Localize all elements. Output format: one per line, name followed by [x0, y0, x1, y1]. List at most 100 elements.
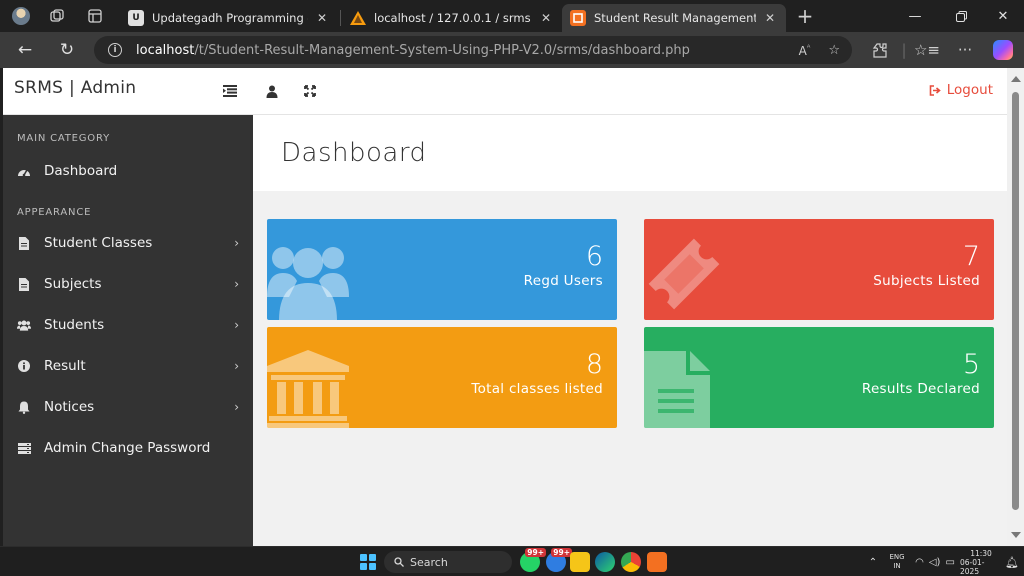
sidebar-heading-appearance: APPEARANCE: [17, 207, 92, 218]
ticket-icon: [648, 238, 720, 310]
sidebar-item-dashboard[interactable]: Dashboard: [3, 153, 253, 189]
users-icon: [17, 320, 31, 331]
card-results-declared[interactable]: 5 Results Declared: [644, 327, 994, 428]
card-label: Total classes listed: [471, 381, 603, 397]
sidebar: MAIN CATEGORY Dashboard APPEARANCE Stude…: [3, 115, 253, 546]
sidebar-item-subjects[interactable]: Subjects ›: [3, 266, 253, 302]
taskbar-search[interactable]: Search: [384, 551, 512, 573]
workspaces-icon[interactable]: [40, 0, 74, 32]
sidebar-item-student-classes[interactable]: Student Classes ›: [3, 225, 253, 261]
chevron-right-icon: ›: [234, 400, 239, 414]
new-tab-icon[interactable]: +: [788, 0, 822, 32]
server-icon: [17, 442, 31, 454]
file-icon: [17, 236, 31, 250]
bank-icon: [267, 350, 349, 428]
file-explorer-icon[interactable]: [570, 552, 590, 572]
language-indicator[interactable]: ENG IN: [884, 547, 910, 576]
sign-out-icon: [929, 84, 941, 96]
system-tray-icons[interactable]: ◠ ◁) ▭: [912, 547, 958, 576]
extensions-icon[interactable]: [864, 35, 894, 65]
notifications-bell-icon[interactable]: 🔔︎: [1004, 547, 1020, 576]
sidebar-heading-main: MAIN CATEGORY: [17, 133, 110, 144]
tab-phpmyadmin[interactable]: localhost / 127.0.0.1 / srms / adm ✕: [342, 4, 562, 32]
volume-icon: ◁): [928, 556, 941, 568]
card-total-classes[interactable]: 8 Total classes listed: [267, 327, 617, 428]
card-regd-users[interactable]: 6 Regd Users: [267, 219, 617, 320]
back-icon[interactable]: ←: [10, 35, 40, 65]
chevron-right-icon: ›: [234, 318, 239, 332]
wifi-icon: ◠: [915, 556, 924, 568]
users-icon: [267, 247, 349, 320]
favorite-star-icon[interactable]: ☆: [828, 43, 840, 58]
language-region: IN: [893, 562, 901, 570]
main-content: Dashboard 6 Regd Users 7 Subjects Listed…: [253, 115, 1007, 546]
refresh-icon[interactable]: ↻: [52, 35, 82, 65]
tab-updategadh[interactable]: U Updategadh Programming - Upd ✕: [120, 4, 338, 32]
fullscreen-icon[interactable]: [299, 80, 321, 102]
tab-srms[interactable]: Student Result Management Syste ✕: [562, 4, 786, 32]
page-viewport: SRMS | Admin Logout MAIN CATEGORY Dashbo…: [3, 68, 1007, 546]
info-icon: [17, 360, 31, 372]
user-icon[interactable]: [261, 80, 283, 102]
sidebar-item-label: Students: [44, 317, 105, 333]
restore-icon[interactable]: [938, 0, 984, 32]
close-tab-icon[interactable]: ✕: [538, 11, 554, 25]
toggle-sidebar-icon[interactable]: [219, 80, 241, 102]
close-tab-icon[interactable]: ✕: [314, 11, 330, 25]
more-icon[interactable]: ···: [950, 35, 980, 65]
browser-title-bar: U Updategadh Programming - Upd ✕ localho…: [0, 0, 1024, 32]
card-label: Subjects Listed: [873, 273, 980, 289]
sidebar-item-students[interactable]: Students ›: [3, 307, 253, 343]
xampp-icon[interactable]: [647, 552, 667, 572]
sidebar-item-admin-change-password[interactable]: Admin Change Password: [3, 430, 253, 466]
favorites-icon[interactable]: ☆≡: [912, 35, 942, 65]
card-count: 6: [585, 241, 603, 272]
address-bar[interactable]: i localhost/t/Student-Result-Management-…: [94, 36, 852, 64]
edge-icon[interactable]: [595, 552, 615, 572]
scrollbar-thumb[interactable]: [1012, 92, 1019, 510]
battery-icon: ▭: [945, 556, 955, 568]
card-count: 7: [962, 241, 980, 272]
browser-toolbar: ← ↻ i localhost/t/Student-Result-Managem…: [0, 32, 1024, 68]
tab-actions-icon[interactable]: [78, 0, 112, 32]
sidebar-item-label: Student Classes: [44, 235, 153, 251]
clock[interactable]: 11:30 06-01-2025: [960, 547, 1002, 576]
vertical-scrollbar[interactable]: [1007, 68, 1024, 546]
windows-start-icon[interactable]: [360, 554, 376, 570]
page-title: Dashboard: [281, 138, 427, 168]
copilot-icon[interactable]: [988, 35, 1018, 65]
notification-badge: 99+: [525, 548, 546, 557]
close-window-icon[interactable]: ✕: [980, 0, 1024, 32]
file-text-icon: [644, 351, 710, 428]
bell-icon: [17, 401, 31, 414]
card-count: 8: [585, 349, 603, 380]
sidebar-item-label: Dashboard: [44, 163, 118, 179]
read-aloud-icon[interactable]: Aᴬ: [799, 43, 811, 58]
search-label: Search: [410, 555, 448, 569]
chrome-icon[interactable]: [621, 552, 641, 572]
windows-taskbar: Search 99+ 99+ ⌃ ENG IN ◠ ◁) ▭ 11:30 06-…: [0, 546, 1024, 576]
sidebar-item-label: Notices: [44, 399, 95, 415]
profile-avatar[interactable]: [4, 0, 38, 32]
messenger-icon[interactable]: 99+: [546, 548, 572, 572]
sidebar-item-label: Result: [44, 358, 86, 374]
logout-link[interactable]: Logout: [929, 82, 993, 98]
scroll-up-icon[interactable]: [1011, 76, 1021, 82]
sidebar-item-notices[interactable]: Notices ›: [3, 389, 253, 425]
brand-title[interactable]: SRMS | Admin: [14, 78, 136, 98]
show-hidden-icons-icon[interactable]: ⌃: [866, 547, 880, 576]
site-info-icon[interactable]: i: [108, 43, 122, 57]
minimize-icon[interactable]: —: [892, 0, 938, 32]
page-header: Dashboard: [253, 115, 1007, 191]
card-subjects-listed[interactable]: 7 Subjects Listed: [644, 219, 994, 320]
close-tab-icon[interactable]: ✕: [762, 11, 778, 25]
sidebar-item-label: Subjects: [44, 276, 102, 292]
chevron-right-icon: ›: [234, 236, 239, 250]
scroll-down-icon[interactable]: [1011, 532, 1021, 538]
chevron-right-icon: ›: [234, 277, 239, 291]
whatsapp-icon[interactable]: 99+: [520, 548, 546, 572]
sidebar-item-result[interactable]: Result ›: [3, 348, 253, 384]
chevron-right-icon: ›: [234, 359, 239, 373]
updategadh-favicon-icon: U: [128, 10, 144, 26]
notification-badge: 99+: [551, 548, 572, 557]
